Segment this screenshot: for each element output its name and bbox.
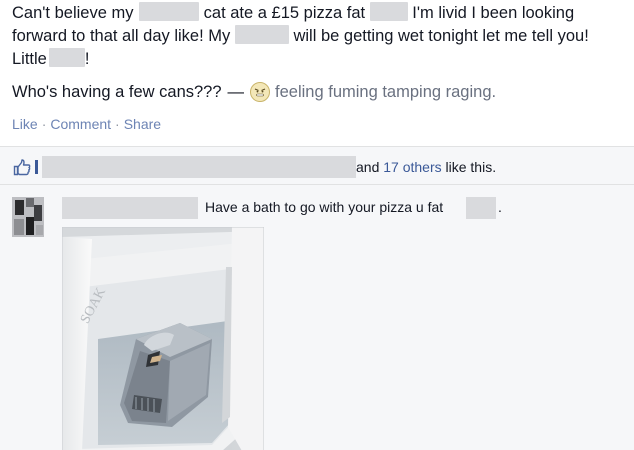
comment-text: Have a bath to go with your pizza u fat <box>205 199 444 215</box>
status-dash: — <box>227 83 245 101</box>
redacted-author <box>62 197 198 219</box>
redacted-name <box>48 48 85 67</box>
separator: · <box>41 116 47 132</box>
avatar[interactable] <box>12 197 44 237</box>
comment-link[interactable]: Comment <box>50 116 111 132</box>
redacted-name <box>234 25 289 44</box>
bathtub-with-pet-carrier-image: SOAK <box>62 227 264 450</box>
status-line: Who's having a few cans??? — feeling fum… <box>12 81 496 103</box>
comment: Have a bath to go with your pizza u fat … <box>0 185 634 450</box>
comment-end: . <box>498 199 502 215</box>
share-link[interactable]: Share <box>124 116 161 132</box>
comment-photo[interactable]: SOAK <box>62 227 264 450</box>
likes-summary: and 17 others like this. <box>0 147 634 185</box>
status-text: Who's having a few cans??? <box>12 83 222 101</box>
post-text-segment: ! <box>84 50 90 68</box>
feeling-label: feeling fuming tamping raging. <box>275 83 497 101</box>
likes-text: and 17 others like this. <box>356 159 496 175</box>
post-text-segment: will be getting wet tonight let me tell … <box>293 27 589 45</box>
post-text-segment: forward to that all day like! My <box>12 27 231 45</box>
post-body: Can't believe my cat ate a £15 pizza fat… <box>0 0 634 146</box>
post-text-segment: Little <box>12 50 47 68</box>
separator: · <box>115 116 120 132</box>
redacted-name <box>139 2 200 21</box>
liker-name-fragment[interactable] <box>35 160 38 174</box>
post-text-segment: Can't believe my <box>12 4 134 22</box>
thumbs-up-icon[interactable] <box>13 159 31 176</box>
angry-face-icon <box>250 82 271 102</box>
feedback-area: and 17 others like this. Have a bath to … <box>0 146 634 450</box>
likes-suffix: like this. <box>445 159 497 175</box>
redacted-names <box>42 156 356 178</box>
post-text-segment: I'm livid I been looking <box>412 4 575 22</box>
redacted-name <box>466 197 496 219</box>
likes-and: and <box>356 159 380 175</box>
others-link[interactable]: 17 others <box>383 159 441 175</box>
post-actions: Like · Comment · Share <box>12 116 161 132</box>
post-message: Can't believe my cat ate a £15 pizza fat… <box>12 2 630 71</box>
post-text-segment: cat ate a £15 pizza fat <box>203 4 366 22</box>
like-link[interactable]: Like <box>12 116 38 132</box>
redacted-name <box>369 2 408 21</box>
